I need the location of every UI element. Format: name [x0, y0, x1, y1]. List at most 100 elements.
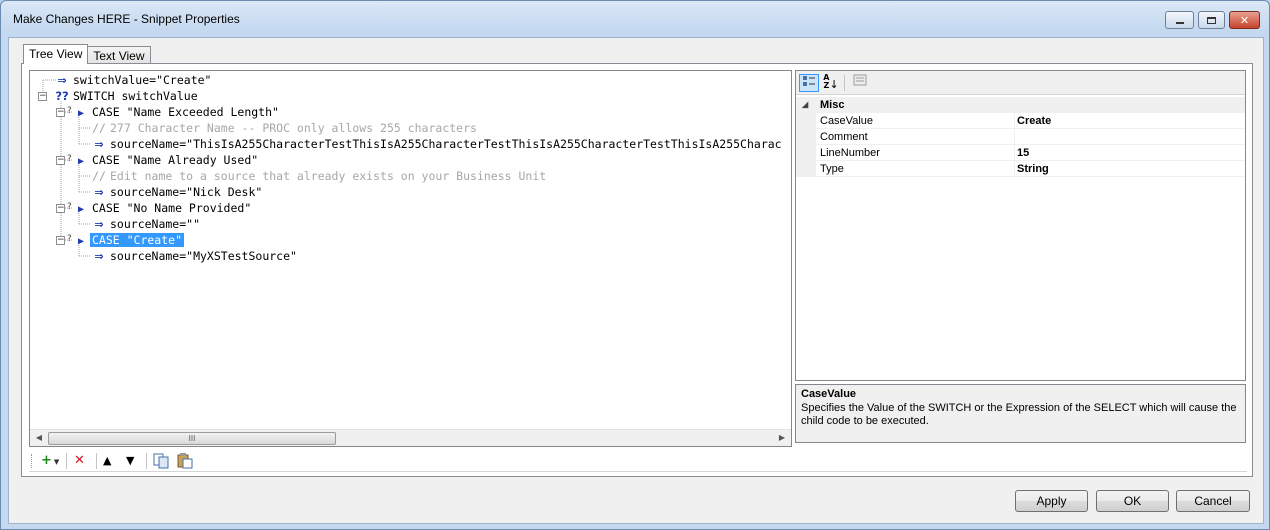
case-icon: ▶ [77, 236, 85, 247]
tab-page-tree-view: − − ? − ? − ? − ? ⇒ switchValue="Create" … [21, 63, 1253, 477]
tree-node-switch[interactable]: ?? SWITCH switchValue [54, 88, 198, 104]
description-text: Specifies the Value of the SWITCH or the… [801, 402, 1237, 427]
case-icon: ▶ [77, 156, 85, 167]
tree-expander[interactable]: − [38, 92, 47, 101]
toolbar-separator [66, 453, 67, 469]
tree-node-assign[interactable]: ⇒ sourceName="" [91, 216, 200, 232]
add-icon[interactable]: + ▼ [41, 453, 59, 469]
tree-node-case[interactable]: ▶ CASE "Name Exceeded Length" [73, 104, 279, 120]
property-value[interactable]: 15 [1014, 145, 1244, 161]
property-grid: A Z↓ ◢ Misc CaseValue Create Comment Lin… [795, 70, 1246, 381]
paste-icon[interactable] [177, 453, 193, 469]
tree-node-label: CASE "Name Already Used" [92, 153, 259, 167]
title-bar[interactable]: Make Changes HERE - Snippet Properties ✕ [1, 1, 1269, 37]
maximize-icon [1207, 16, 1216, 24]
switch-icon: ?? [55, 89, 69, 103]
collapse-caret-icon[interactable]: ◢ [802, 97, 808, 113]
assign-icon: ⇒ [94, 218, 104, 231]
dialog-client: Tree View Text View − − ? − ? − ? − ? ⇒ … [8, 37, 1264, 524]
property-name: CaseValue [820, 115, 873, 127]
property-value[interactable] [1014, 129, 1244, 145]
snippet-tree[interactable]: − − ? − ? − ? − ? ⇒ switchValue="Create" … [29, 70, 792, 447]
row-margin [796, 161, 816, 177]
tree-node-comment[interactable]: // 277 Character Name -- PROC only allows… [91, 120, 477, 136]
property-row-casevalue[interactable]: CaseValue Create [796, 113, 1245, 129]
minimize-button[interactable] [1165, 11, 1194, 29]
close-button[interactable]: ✕ [1229, 11, 1260, 29]
comment-icon: // [92, 169, 106, 183]
property-name: Type [820, 163, 844, 175]
assign-icon: ⇒ [94, 250, 104, 263]
ok-button[interactable]: OK [1096, 490, 1169, 512]
tree-node-label: sourceName="ThisIsA255CharacterTestThisI… [110, 137, 782, 151]
property-grid-rows: ◢ Misc CaseValue Create Comment LineNumb… [796, 97, 1245, 177]
tab-strip: Tree View Text View [23, 44, 151, 64]
tree-node-assign[interactable]: ⇒ switchValue="Create" [54, 72, 211, 88]
tree-node-label: CASE "Create" [90, 233, 185, 247]
tree-expander[interactable]: − [56, 108, 65, 117]
tree-expander[interactable]: − [56, 156, 65, 165]
toolbar-separator [844, 75, 845, 91]
toolbar-grip[interactable] [31, 454, 34, 468]
tree-node-label: sourceName="" [110, 217, 201, 231]
scrollbar-grip: III [188, 434, 196, 443]
property-category-misc[interactable]: ◢ Misc [796, 97, 1245, 113]
tree-node-assign[interactable]: ⇒ sourceName="MyXSTestSource" [91, 248, 297, 264]
cancel-button[interactable]: Cancel [1176, 490, 1250, 512]
categorized-icon[interactable] [799, 74, 819, 92]
tree-node-case[interactable]: ▶ CASE "Name Already Used" [73, 152, 258, 168]
property-value[interactable]: String [1014, 161, 1244, 177]
case-decorator-icon: ? [67, 234, 72, 244]
property-row-type[interactable]: Type String [796, 161, 1245, 177]
tab-text-view[interactable]: Text View [87, 46, 151, 64]
property-row-comment[interactable]: Comment [796, 129, 1245, 145]
case-decorator-icon: ? [67, 202, 72, 212]
property-name: Comment [820, 131, 868, 143]
row-margin [796, 145, 816, 161]
tab-tree-view[interactable]: Tree View [23, 44, 89, 64]
tree-node-comment[interactable]: // Edit name to a source that already exi… [91, 168, 546, 184]
tree-expander[interactable]: − [56, 236, 65, 245]
comment-icon: // [92, 121, 106, 135]
case-decorator-icon: ? [67, 106, 72, 116]
property-pages-icon[interactable] [850, 74, 870, 92]
maximize-button[interactable] [1198, 11, 1225, 29]
tree-node-case[interactable]: ▶ CASE "No Name Provided" [73, 200, 251, 216]
tree-horizontal-scrollbar[interactable]: ◀ III ▶ [30, 429, 791, 446]
category-label: Misc [820, 99, 845, 111]
tree-node-assign[interactable]: ⇒ sourceName="ThisIsA255CharacterTestThis… [91, 136, 782, 152]
property-name: LineNumber [820, 147, 880, 159]
property-row-linenumber[interactable]: LineNumber 15 [796, 145, 1245, 161]
tree-node-case-selected[interactable]: ▶ CASE "Create" [73, 232, 185, 248]
tree-toolbar: + ▼ ✕ ▲ ▼ [29, 450, 1247, 472]
property-description: CaseValue Specifies the Value of the SWI… [795, 384, 1246, 443]
window-title: Make Changes HERE - Snippet Properties [13, 12, 240, 26]
tree-node-label: SWITCH switchValue [73, 89, 198, 103]
dialog-window: Make Changes HERE - Snippet Properties ✕… [0, 0, 1270, 530]
tree-node-assign[interactable]: ⇒ sourceName="Nick Desk" [91, 184, 262, 200]
tree-node-label: CASE "Name Exceeded Length" [92, 105, 279, 119]
apply-button[interactable]: Apply [1015, 490, 1088, 512]
tree-node-label: 277 Character Name -- PROC only allows 2… [110, 121, 477, 135]
toolbar-separator [96, 453, 97, 469]
property-value[interactable]: Create [1014, 113, 1244, 129]
tree-node-label: switchValue="Create" [73, 73, 212, 87]
scrollbar-thumb[interactable]: III [48, 432, 336, 445]
assign-icon: ⇒ [94, 138, 104, 151]
scroll-left-icon[interactable]: ◀ [33, 432, 45, 444]
case-decorator-icon: ? [67, 154, 72, 164]
row-margin [796, 129, 816, 145]
move-up-icon[interactable]: ▲ [103, 453, 111, 469]
row-margin [796, 113, 816, 129]
close-icon: ✕ [1239, 13, 1250, 27]
scroll-right-icon[interactable]: ▶ [776, 432, 788, 444]
alphabetical-icon[interactable]: A Z↓ [821, 74, 841, 92]
case-icon: ▶ [77, 108, 85, 119]
assign-icon: ⇒ [57, 74, 67, 87]
delete-icon[interactable]: ✕ [74, 453, 85, 469]
move-down-icon[interactable]: ▼ [126, 453, 134, 469]
minimize-icon [1175, 22, 1184, 24]
copy-icon[interactable] [153, 453, 169, 469]
tree-node-label: Edit name to a source that already exist… [110, 169, 547, 183]
tree-expander[interactable]: − [56, 204, 65, 213]
